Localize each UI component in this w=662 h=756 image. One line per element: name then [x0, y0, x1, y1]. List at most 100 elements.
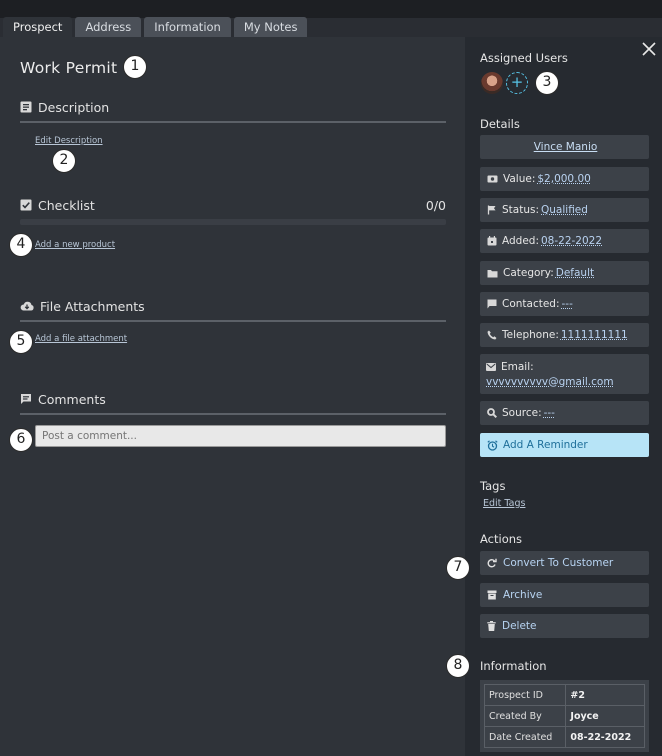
- add-reminder-button[interactable]: Add A Reminder: [480, 433, 649, 457]
- assigned-users-heading: Assigned Users: [480, 51, 568, 65]
- calendar-icon: [487, 236, 497, 246]
- source-value[interactable]: ---: [544, 407, 555, 419]
- tab-prospect[interactable]: Prospect: [3, 17, 73, 38]
- value-field[interactable]: Value: $2,000.00: [480, 167, 649, 191]
- callout-5: 5: [9, 330, 33, 354]
- comment-icon: [21, 394, 31, 404]
- alarm-clock-icon: [487, 439, 498, 451]
- email-field[interactable]: Email: vvvvvvvvvv@gmail.com: [480, 354, 649, 394]
- callout-1: 1: [123, 55, 147, 79]
- add-attachment-link[interactable]: Add a file attachment: [35, 334, 127, 344]
- callout-3: 3: [535, 71, 559, 95]
- comments-section: Comments: [20, 390, 446, 415]
- telephone-value[interactable]: 1111111111: [561, 329, 628, 341]
- top-bar: [0, 0, 662, 18]
- table-row: Created By Joyce: [483, 705, 645, 727]
- owner-field[interactable]: Vince Manio: [480, 135, 649, 159]
- comments-heading: Comments: [38, 391, 106, 407]
- added-field[interactable]: Added: 08-22-2022: [480, 229, 649, 253]
- callout-7: 7: [446, 556, 470, 580]
- divider: [20, 320, 446, 322]
- add-reminder-label: Add A Reminder: [503, 439, 588, 451]
- folder-icon: [487, 269, 498, 277]
- actions-heading: Actions: [480, 532, 523, 546]
- archive-button[interactable]: Archive: [480, 583, 649, 607]
- cloud-download-icon: [20, 301, 34, 311]
- archive-icon: [487, 590, 497, 600]
- add-product-link[interactable]: Add a new product: [35, 240, 115, 250]
- edit-description-link[interactable]: Edit Description: [35, 136, 103, 146]
- flag-icon: [487, 205, 496, 215]
- divider: [20, 413, 446, 415]
- close-icon[interactable]: [641, 41, 657, 57]
- delete-button[interactable]: Delete: [480, 614, 649, 638]
- telephone-label: Telephone:: [502, 329, 559, 341]
- page-title: Work Permit: [20, 59, 118, 77]
- source-label: Source:: [502, 407, 542, 419]
- category-label: Category:: [503, 267, 554, 279]
- phone-icon: [487, 330, 497, 340]
- information-table: Prospect ID #2 Created By Joyce Date Cre…: [480, 680, 649, 752]
- added-value[interactable]: 08-22-2022: [541, 235, 602, 247]
- table-row: Date Created 08-22-2022: [483, 726, 645, 748]
- callout-4: 4: [9, 233, 33, 257]
- avatar[interactable]: [481, 72, 503, 94]
- main-content: Work Permit 1 Description Edit Descripti…: [0, 37, 465, 756]
- divider: [20, 121, 446, 123]
- added-label: Added:: [502, 235, 539, 247]
- sidebar: Assigned Users + 3 Details Vince Manio V…: [446, 37, 662, 756]
- contacted-field[interactable]: Contacted: ---: [480, 292, 649, 316]
- checklist-progress-bar: [20, 219, 446, 225]
- table-row: Prospect ID #2: [483, 684, 645, 706]
- information-heading: Information: [480, 659, 547, 673]
- status-field[interactable]: Status: Qualified: [480, 198, 649, 222]
- prospect-panel: Work Permit 1 Description Edit Descripti…: [0, 37, 662, 756]
- tab-address[interactable]: Address: [75, 17, 142, 38]
- info-key: Prospect ID: [483, 684, 567, 706]
- callout-6: 6: [9, 428, 33, 452]
- email-label: Email:: [501, 360, 534, 373]
- contacted-label: Contacted:: [502, 298, 560, 310]
- money-icon: [487, 175, 498, 183]
- tab-bar: Prospect Address Information My Notes: [3, 17, 308, 38]
- callout-8: 8: [446, 654, 470, 678]
- email-value[interactable]: vvvvvvvvvv@gmail.com: [486, 376, 614, 388]
- edit-tags-link[interactable]: Edit Tags: [483, 498, 525, 509]
- contacted-value[interactable]: ---: [562, 298, 573, 310]
- mail-icon: [486, 362, 496, 371]
- status-value[interactable]: Qualified: [541, 204, 588, 216]
- attachments-heading: File Attachments: [40, 298, 145, 314]
- value-label: Value:: [503, 173, 536, 185]
- search-icon: [487, 408, 497, 418]
- info-value: Joyce: [565, 705, 645, 727]
- details-heading: Details: [480, 117, 520, 131]
- attachments-section: File Attachments: [20, 297, 446, 322]
- delete-label: Delete: [502, 620, 537, 632]
- description-heading: Description: [38, 99, 110, 115]
- description-icon: [20, 101, 32, 113]
- status-label: Status:: [502, 204, 539, 216]
- archive-label: Archive: [503, 589, 543, 601]
- comment-input[interactable]: [35, 425, 446, 447]
- category-value[interactable]: Default: [556, 267, 594, 279]
- redo-icon: [487, 558, 497, 568]
- callout-2: 2: [52, 149, 76, 173]
- category-field[interactable]: Category: Default: [480, 261, 649, 285]
- value-value[interactable]: $2,000.00: [537, 173, 590, 185]
- info-key: Created By: [483, 705, 567, 727]
- checklist-heading: Checklist: [38, 197, 95, 213]
- add-user-button[interactable]: +: [506, 72, 528, 94]
- message-icon: [487, 299, 497, 309]
- tab-my-notes[interactable]: My Notes: [233, 17, 308, 38]
- convert-to-customer-button[interactable]: Convert To Customer: [480, 551, 649, 575]
- checklist-section: Checklist 0/0: [20, 196, 446, 225]
- source-field[interactable]: Source: ---: [480, 401, 649, 425]
- convert-label: Convert To Customer: [503, 557, 614, 569]
- owner-name[interactable]: Vince Manio: [534, 141, 598, 153]
- description-section: Description: [20, 98, 446, 123]
- info-value: #2: [565, 684, 645, 706]
- checklist-count: 0/0: [425, 197, 446, 213]
- info-key: Date Created: [483, 726, 567, 748]
- tab-information[interactable]: Information: [144, 17, 231, 38]
- telephone-field[interactable]: Telephone: 1111111111: [480, 323, 649, 347]
